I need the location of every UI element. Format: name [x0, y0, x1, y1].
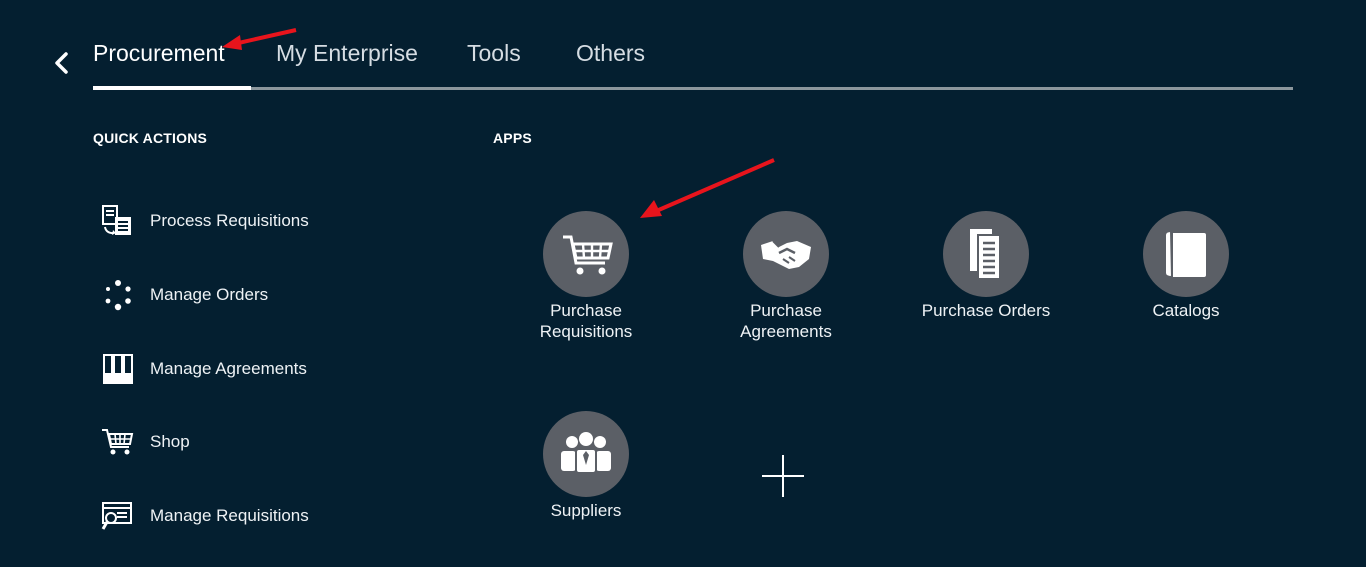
- plus-icon: [762, 455, 804, 497]
- app-purchase-requisitions[interactable]: Purchase Requisitions: [511, 211, 661, 351]
- app-label: Purchase Agreements: [740, 301, 832, 341]
- tab-others[interactable]: Others: [576, 40, 645, 67]
- app-icon-circle: [543, 411, 629, 497]
- tab-track: [93, 87, 1293, 90]
- tab-tools[interactable]: Tools: [467, 40, 521, 67]
- shopping-cart-icon: [563, 235, 613, 275]
- manage-agreements-icon: [103, 354, 133, 384]
- manage-orders-icon: [105, 280, 131, 311]
- manage-requisitions-icon: [101, 502, 132, 530]
- quick-actions-title: QUICK ACTIONS: [93, 130, 208, 146]
- people-group-icon: [561, 432, 611, 474]
- quick-action-shop[interactable]: Shop: [100, 422, 400, 462]
- tab-procurement[interactable]: Procurement: [93, 40, 225, 67]
- app-icon-circle: [943, 211, 1029, 297]
- app-label: Suppliers: [550, 501, 622, 520]
- handshake-icon: [761, 240, 811, 269]
- quick-action-manage-agreements[interactable]: Manage Agreements: [100, 349, 400, 389]
- navigator-tabs: Procurement My Enterprise Tools Others: [93, 40, 1293, 90]
- quick-action-process-requisitions[interactable]: Process Requisitions: [100, 201, 400, 241]
- add-app-button[interactable]: [762, 455, 804, 497]
- quick-action-label: Shop: [150, 432, 190, 451]
- app-label: Catalogs: [1152, 301, 1220, 320]
- app-icon-circle: [743, 211, 829, 297]
- back-button[interactable]: [50, 48, 74, 78]
- shopping-cart-icon: [102, 429, 134, 455]
- documents-icon: [970, 229, 1001, 280]
- app-icon-circle: [543, 211, 629, 297]
- quick-action-label: Manage Agreements: [150, 359, 307, 378]
- quick-action-label: Manage Orders: [150, 285, 269, 304]
- catalog-book-icon: [1164, 229, 1206, 279]
- process-requisitions-icon: [102, 205, 131, 235]
- app-purchase-agreements[interactable]: Purchase Agreements: [711, 211, 861, 351]
- app-label: Purchase Orders: [921, 301, 1051, 320]
- app-suppliers[interactable]: Suppliers: [511, 411, 661, 551]
- active-tab-underline: [93, 86, 251, 90]
- chevron-left-icon: [55, 52, 68, 74]
- quick-action-manage-orders[interactable]: Manage Orders: [100, 275, 400, 315]
- app-label: Purchase Requisitions: [539, 301, 633, 341]
- quick-action-label: Process Requisitions: [150, 211, 309, 230]
- app-purchase-orders[interactable]: Purchase Orders: [911, 211, 1061, 351]
- apps-title: APPS: [493, 130, 532, 146]
- quick-action-label: Manage Requisitions: [150, 506, 309, 525]
- app-icon-circle: [1143, 211, 1229, 297]
- quick-action-manage-requisitions[interactable]: Manage Requisitions: [100, 496, 400, 536]
- app-catalogs[interactable]: Catalogs: [1111, 211, 1261, 351]
- tab-my-enterprise[interactable]: My Enterprise: [276, 40, 418, 67]
